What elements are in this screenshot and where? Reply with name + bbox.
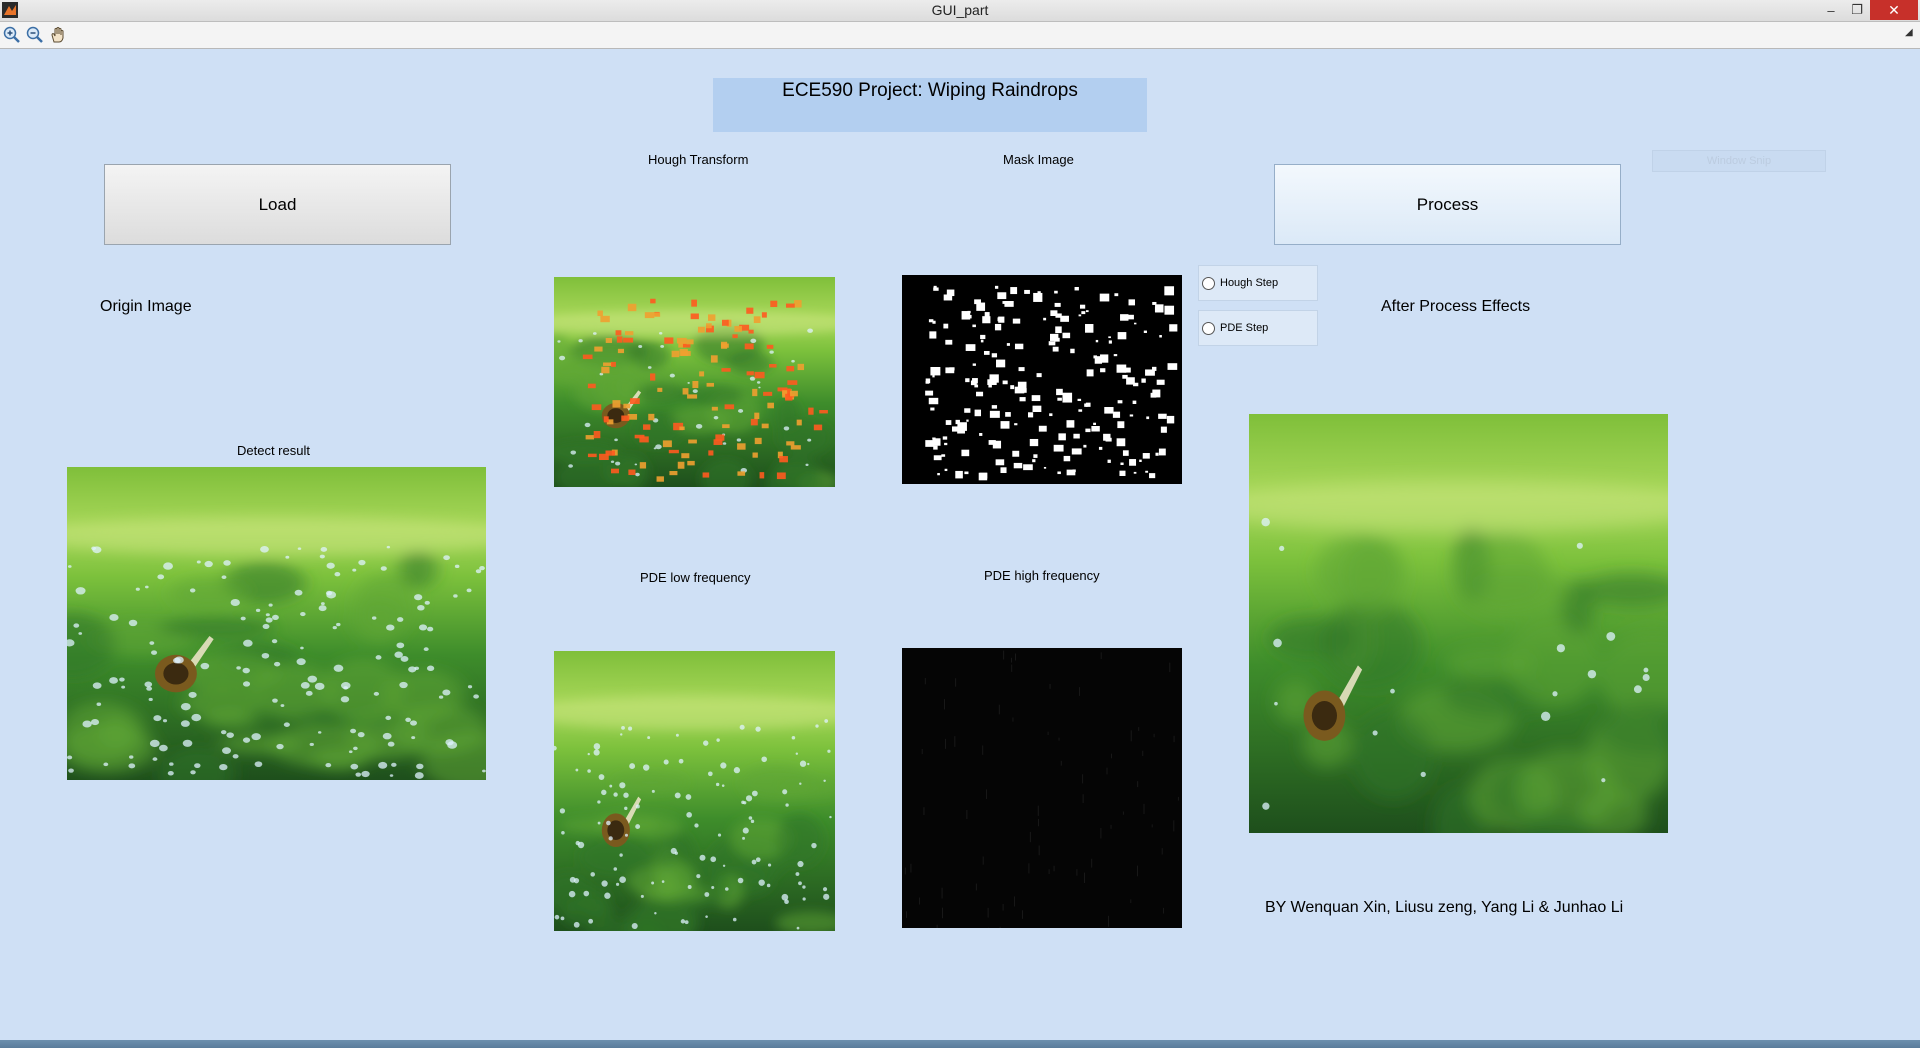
taskbar [0, 1040, 1920, 1048]
detect-result-label: Detect result [237, 443, 310, 458]
hough-step-label: Hough Step [1220, 277, 1279, 289]
window-snip-button[interactable]: Window Snip [1652, 150, 1826, 172]
figure-toolbar: ◢ [0, 22, 1920, 49]
origin-image-label: Origin Image [100, 298, 192, 315]
pde-high-frequency-image [902, 648, 1182, 928]
radio-circle-icon [1202, 321, 1215, 335]
load-button[interactable]: Load [104, 164, 451, 245]
pde-high-frequency-label: PDE high frequency [984, 568, 1100, 583]
pan-hand-icon[interactable] [48, 25, 68, 45]
pde-low-frequency-image [554, 651, 835, 931]
page-title: ECE590 Project: Wiping Raindrops [782, 80, 1078, 101]
close-button[interactable]: ✕ [1870, 0, 1918, 20]
pde-step-label: PDE Step [1220, 322, 1269, 334]
detect-result-image [67, 467, 486, 780]
hough-step-radio[interactable]: Hough Step [1198, 265, 1318, 301]
minimize-button[interactable]: – [1820, 0, 1842, 20]
toolbar-overflow-icon[interactable]: ◢ [1905, 27, 1913, 38]
authors-label: BY Wenquan Xin, Liusu zeng, Yang Li & Ju… [1265, 899, 1624, 916]
radio-circle-icon [1202, 276, 1215, 290]
zoom-out-icon[interactable] [25, 25, 45, 45]
mask-image [902, 275, 1182, 484]
window-title: GUI_part [931, 2, 989, 18]
pde-step-radio[interactable]: PDE Step [1198, 310, 1318, 346]
hough-transform-image [554, 277, 835, 487]
title-panel: ECE590 Project: Wiping Raindrops [713, 78, 1147, 132]
maximize-button[interactable]: ❐ [1846, 0, 1868, 20]
after-process-label: After Process Effects [1381, 298, 1531, 315]
pde-low-frequency-label: PDE low frequency [640, 570, 751, 585]
window-titlebar: GUI_part – ❐ ✕ [0, 0, 1920, 22]
after-process-image [1249, 414, 1668, 833]
hough-transform-label: Hough Transform [648, 152, 749, 167]
mask-image-label: Mask Image [1003, 152, 1074, 167]
process-button[interactable]: Process [1274, 164, 1621, 245]
zoom-in-icon[interactable] [2, 25, 22, 45]
